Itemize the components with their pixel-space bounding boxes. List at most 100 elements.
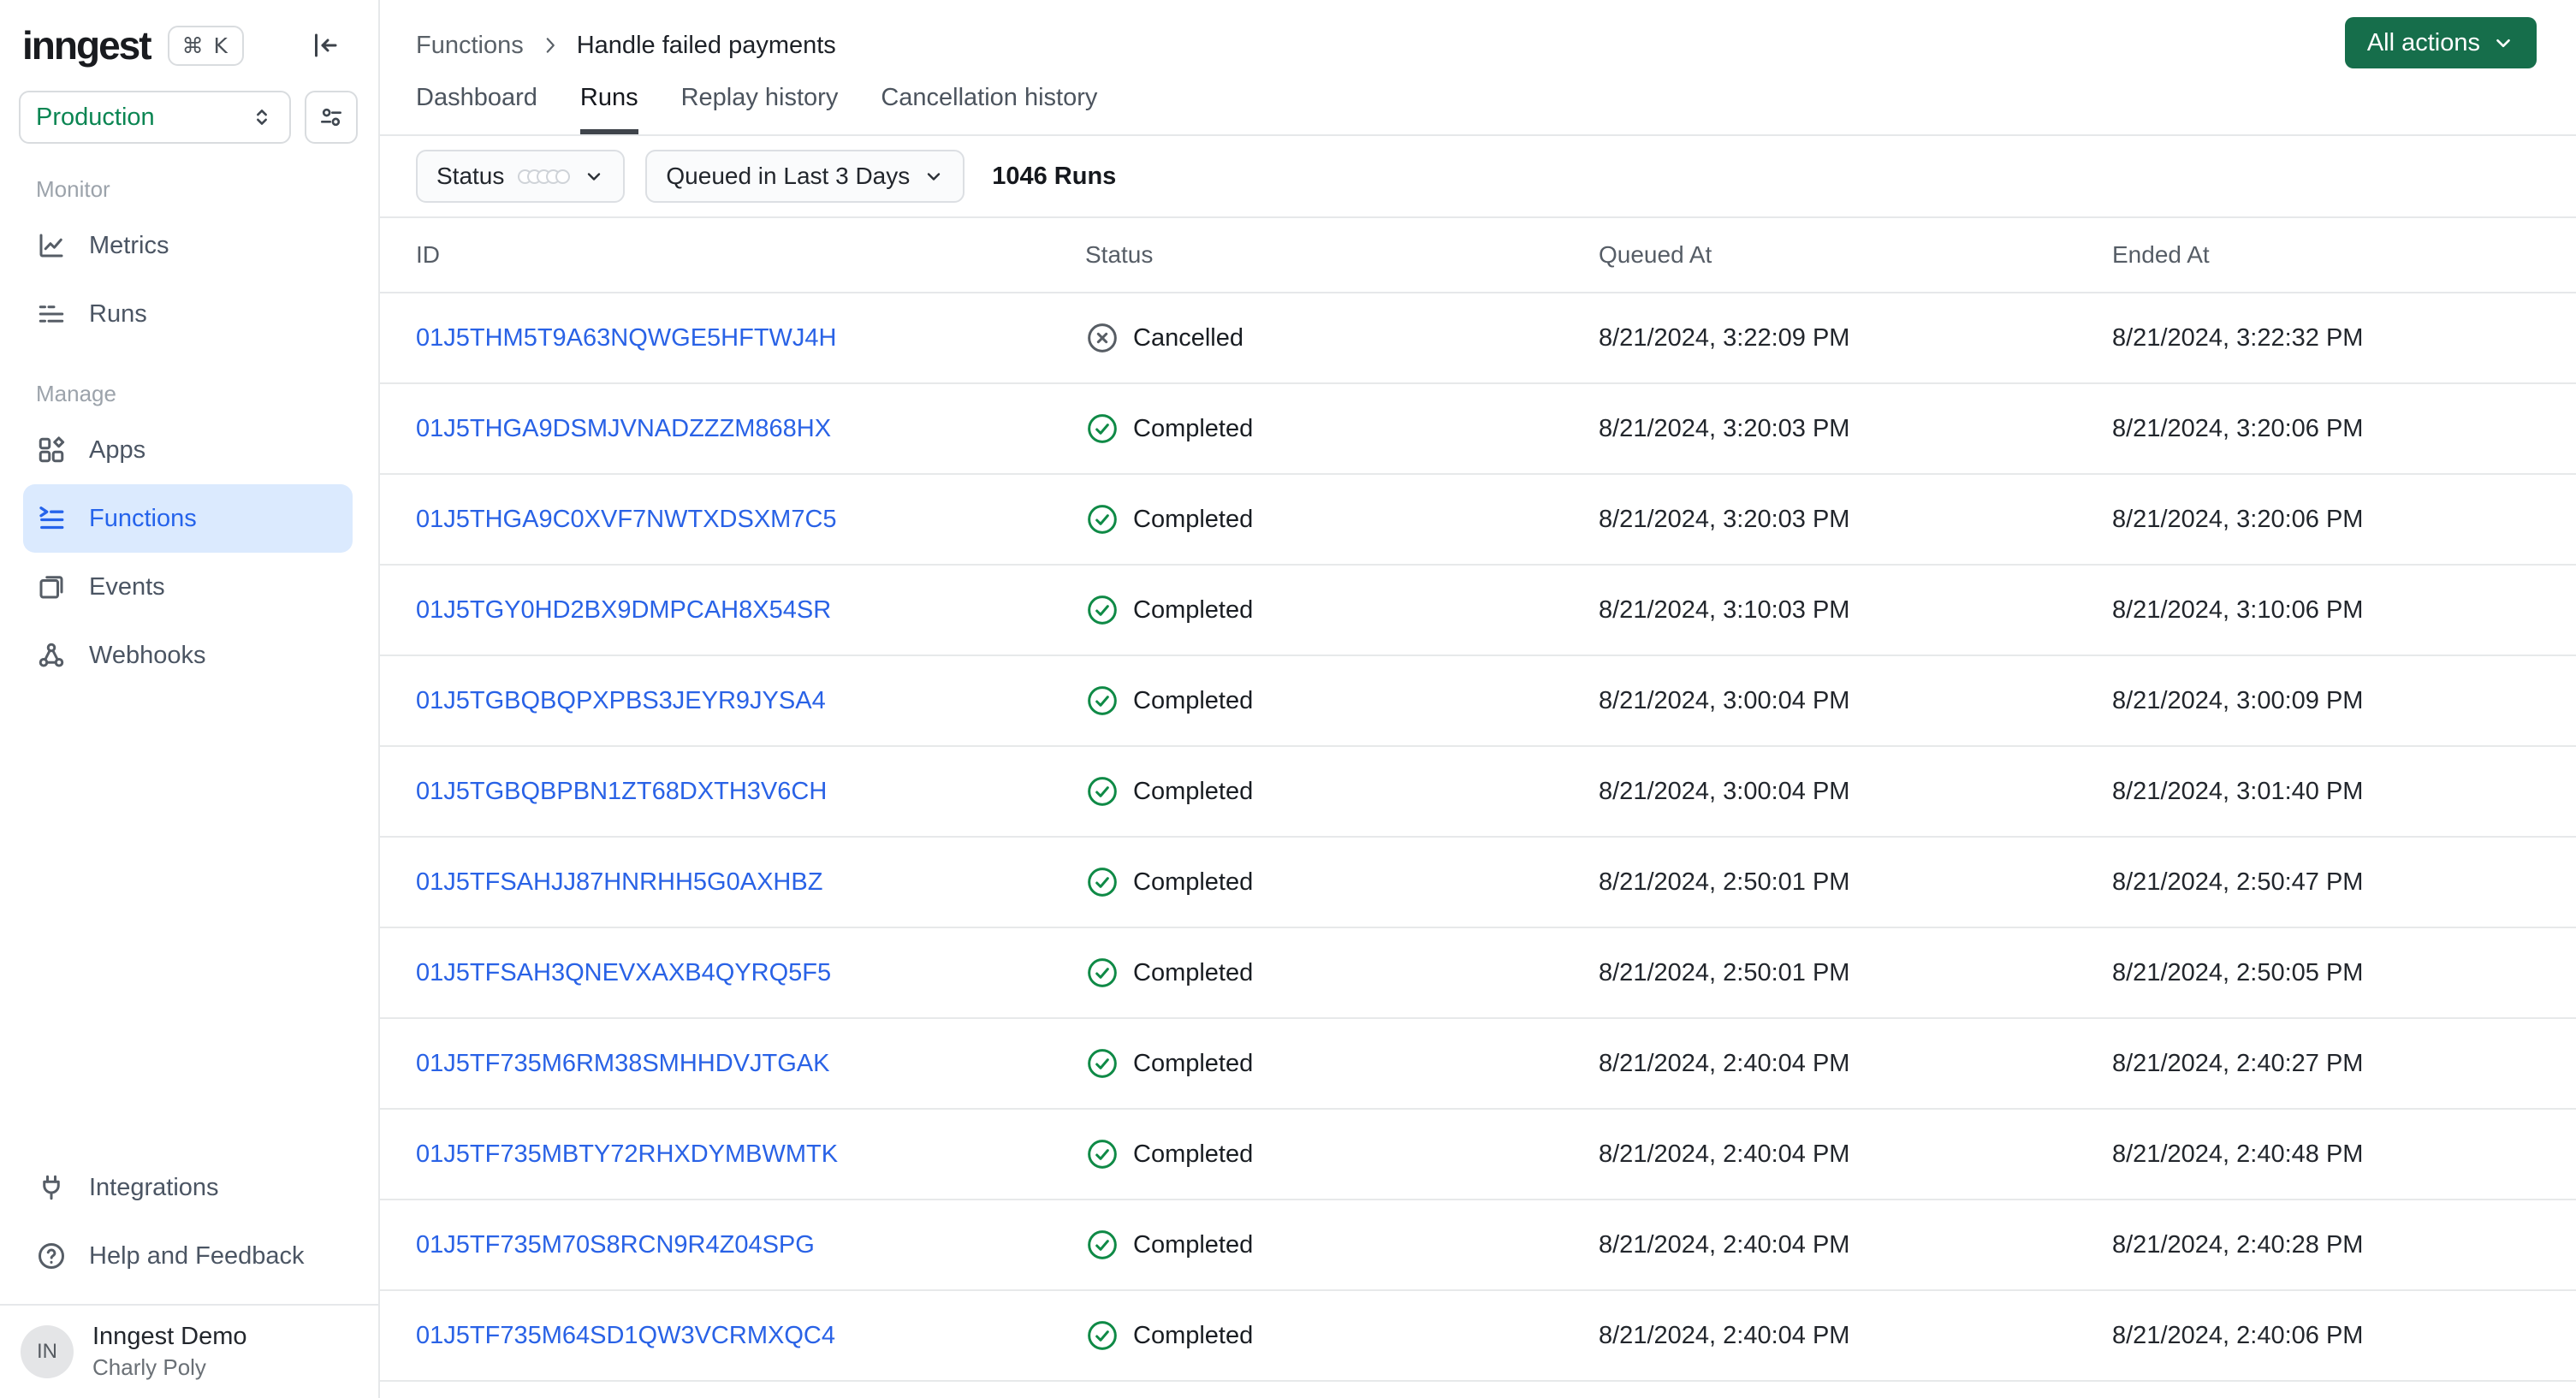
ended-at: 8/21/2024, 2:40:06 PM xyxy=(2112,1321,2364,1349)
ended-at: 8/21/2024, 2:40:28 PM xyxy=(2112,1230,2364,1259)
runs-table: 01J5THM5T9A63NQWGE5HFTWJ4H Cancelled 8/2… xyxy=(380,293,2576,1382)
status-icon xyxy=(1085,412,1119,446)
tab-replay-history[interactable]: Replay history xyxy=(681,84,839,134)
status-label: Completed xyxy=(1133,595,1254,624)
breadcrumb-functions[interactable]: Functions xyxy=(416,32,524,60)
table-row: 01J5TF735M64SD1QW3VCRMXQC4 Completed 8/2… xyxy=(380,1291,2576,1382)
run-id-link[interactable]: 01J5THM5T9A63NQWGE5HFTWJ4H xyxy=(416,324,837,352)
sidebar-item-webhooks[interactable]: Webhooks xyxy=(23,621,353,690)
status-cell: Completed xyxy=(1085,1046,1599,1081)
status-icon xyxy=(1085,1046,1119,1081)
status-filter-button[interactable]: Status xyxy=(416,150,626,203)
run-id-link[interactable]: 01J5TFSAH3QNEVXAXB4QYRQ5F5 xyxy=(416,959,831,986)
status-label: Cancelled xyxy=(1133,323,1243,352)
filter-bar: Status Queued in Last 3 Days 1046 Runs xyxy=(380,136,2576,218)
table-row: 01J5THGA9C0XVF7NWTXDSXM7C5 Completed 8/2… xyxy=(380,475,2576,566)
table-row: 01J5TFSAHJJ87HNRHH5G0AXHBZ Completed 8/2… xyxy=(380,838,2576,928)
run-id-link[interactable]: 01J5TF735MBTY72RHXDYMBWMTK xyxy=(416,1140,838,1168)
main-content: Functions Handle failed payments All act… xyxy=(380,0,2576,1398)
run-id-link[interactable]: 01J5TF735M64SD1QW3VCRMXQC4 xyxy=(416,1322,835,1349)
environment-select[interactable]: Production xyxy=(19,91,291,144)
tab-bar: Dashboard Runs Replay history Cancellati… xyxy=(380,84,2576,136)
apps-icon xyxy=(36,435,67,465)
status-cell: Completed xyxy=(1085,1228,1599,1262)
user-org: Inngest Demo xyxy=(92,1323,247,1350)
env-updown-icon xyxy=(250,105,274,129)
sidebar-item-functions[interactable]: Functions xyxy=(23,484,353,553)
sidebar-header: inngest ⌘ K xyxy=(0,0,378,75)
ended-at: 8/21/2024, 2:40:27 PM xyxy=(2112,1049,2364,1077)
sidebar-item-events[interactable]: Events xyxy=(23,553,353,621)
status-label: Completed xyxy=(1133,505,1254,533)
runs-icon xyxy=(36,299,67,329)
status-icon xyxy=(1085,1228,1119,1262)
table-row: 01J5THM5T9A63NQWGE5HFTWJ4H Cancelled 8/2… xyxy=(380,293,2576,384)
breadcrumb-current: Handle failed payments xyxy=(576,31,836,59)
tab-dashboard[interactable]: Dashboard xyxy=(416,84,537,134)
status-cell: Completed xyxy=(1085,1318,1599,1353)
user-menu[interactable]: IN Inngest Demo Charly Poly xyxy=(0,1304,378,1398)
queued-at: 8/21/2024, 3:20:03 PM xyxy=(1599,505,1850,533)
env-settings-button[interactable] xyxy=(305,91,358,144)
status-label: Completed xyxy=(1133,1230,1254,1259)
sidebar-item-label: Events xyxy=(89,572,165,601)
status-cell: Completed xyxy=(1085,593,1599,627)
run-id-link[interactable]: 01J5THGA9DSMJVNADZZZM868HX xyxy=(416,415,831,442)
sidebar-item-label: Runs xyxy=(89,299,147,328)
queued-at: 8/21/2024, 3:10:03 PM xyxy=(1599,595,1850,624)
environment-name: Production xyxy=(36,103,155,131)
ended-at: 8/21/2024, 3:01:40 PM xyxy=(2112,777,2364,805)
status-cell: Completed xyxy=(1085,956,1599,990)
sidebar-item-label: Help and Feedback xyxy=(89,1241,305,1270)
avatar: IN xyxy=(21,1325,74,1378)
sidebar-item-integrations[interactable]: Integrations xyxy=(23,1153,353,1222)
queued-at: 8/21/2024, 2:40:04 PM xyxy=(1599,1140,1850,1168)
queued-at: 8/21/2024, 2:50:01 PM xyxy=(1599,958,1850,986)
sidebar-item-help[interactable]: Help and Feedback xyxy=(23,1222,353,1290)
help-icon xyxy=(36,1241,67,1271)
app-window: inngest ⌘ K Production Monitor Metrics R… xyxy=(0,0,2576,1398)
run-id-link[interactable]: 01J5THGA9C0XVF7NWTXDSXM7C5 xyxy=(416,506,837,533)
status-cell: Cancelled xyxy=(1085,321,1599,355)
chevron-down-icon xyxy=(584,166,604,187)
sidebar-item-apps[interactable]: Apps xyxy=(23,416,353,484)
tab-runs[interactable]: Runs xyxy=(579,84,638,134)
table-row: 01J5TF735M70S8RCN9R4Z04SPG Completed 8/2… xyxy=(380,1200,2576,1291)
section-label-monitor: Monitor xyxy=(36,176,110,202)
all-actions-label: All actions xyxy=(2366,28,2480,56)
chevron-down-icon xyxy=(923,166,944,187)
run-id-link[interactable]: 01J5TGBQBPBN1ZT68DXTH3V6CH xyxy=(416,778,827,805)
table-row: 01J5TGBQBPBN1ZT68DXTH3V6CH Completed 8/2… xyxy=(380,747,2576,838)
run-id-link[interactable]: 01J5TF735M70S8RCN9R4Z04SPG xyxy=(416,1231,815,1259)
run-id-link[interactable]: 01J5TGY0HD2BX9DMPCAH8X54SR xyxy=(416,596,831,624)
ended-at: 8/21/2024, 3:10:06 PM xyxy=(2112,595,2364,624)
sidebar-item-label: Metrics xyxy=(89,231,169,259)
sidebar: inngest ⌘ K Production Monitor Metrics R… xyxy=(0,0,380,1398)
queued-at: 8/21/2024, 2:40:04 PM xyxy=(1599,1230,1850,1259)
status-icon xyxy=(1085,684,1119,718)
run-id-link[interactable]: 01J5TF735M6RM38SMHHDVJTGAK xyxy=(416,1050,829,1077)
sidebar-item-metrics[interactable]: Metrics xyxy=(23,211,353,280)
tab-cancellation-history[interactable]: Cancellation history xyxy=(881,84,1097,134)
command-k-shortcut[interactable]: ⌘ K xyxy=(167,25,244,66)
time-range-filter-button[interactable]: Queued in Last 3 Days xyxy=(645,150,965,203)
status-label: Completed xyxy=(1133,1140,1254,1168)
all-actions-button[interactable]: All actions xyxy=(2344,17,2537,68)
status-cell: Completed xyxy=(1085,865,1599,899)
status-label: Completed xyxy=(1133,777,1254,805)
sidebar-item-label: Webhooks xyxy=(89,641,206,669)
sidebar-item-label: Functions xyxy=(89,504,197,532)
sidebar-item-runs[interactable]: Runs xyxy=(23,280,353,348)
metrics-icon xyxy=(36,230,67,261)
status-icon xyxy=(1085,593,1119,627)
status-icon xyxy=(1085,865,1119,899)
status-icon xyxy=(1085,1318,1119,1353)
functions-icon xyxy=(36,503,67,534)
collapse-sidebar-icon[interactable] xyxy=(310,30,341,61)
status-cell: Completed xyxy=(1085,502,1599,536)
run-id-link[interactable]: 01J5TFSAHJJ87HNRHH5G0AXHBZ xyxy=(416,868,822,896)
breadcrumb-chevron-icon xyxy=(539,34,561,56)
run-id-link[interactable]: 01J5TGBQBQPXPBS3JEYR9JYSA4 xyxy=(416,687,826,714)
ended-at: 8/21/2024, 2:50:05 PM xyxy=(2112,958,2364,986)
